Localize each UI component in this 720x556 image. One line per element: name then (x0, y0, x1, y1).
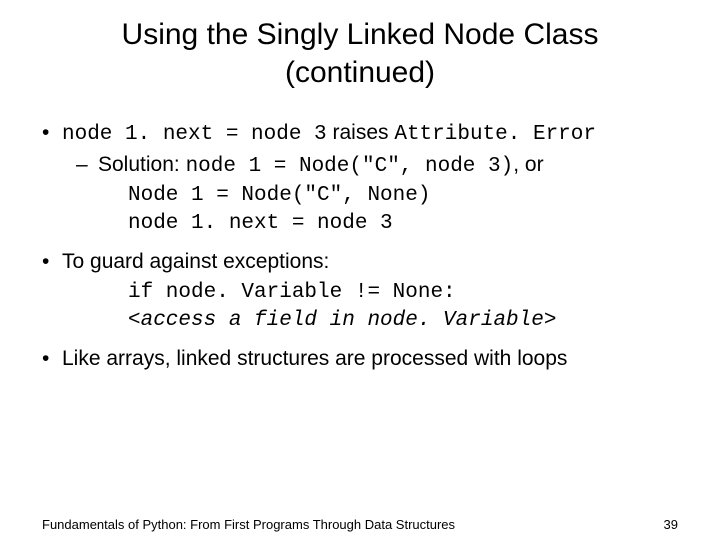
bullet-dot-icon: • (42, 345, 62, 373)
bullet-3-text: Like arrays, linked structures are proce… (62, 345, 678, 373)
page-number: 39 (664, 517, 678, 532)
sub-bullet-solution: – Solution: node 1 = Node("C", node 3), … (76, 151, 678, 181)
word-raises: raises (327, 121, 395, 144)
bullet-1-text: node 1. next = node 3 raises Attribute. … (62, 119, 678, 149)
title-line-1: Using the Singly Linked Node Class (122, 18, 599, 51)
code-node1-ctor-node3: node 1 = Node("C", node 3) (186, 155, 514, 178)
label-solution: Solution: (98, 153, 186, 176)
footer-text: Fundamentals of Python: From First Progr… (42, 517, 455, 532)
code-attribute-error: Attribute. Error (394, 123, 596, 146)
bullet-3: • Like arrays, linked structures are pro… (42, 345, 678, 373)
bullet-2: • To guard against exceptions: (42, 248, 678, 276)
code-guard-if: if node. Variable != None: (128, 279, 678, 307)
slide-body: • node 1. next = node 3 raises Attribute… (0, 119, 720, 374)
bullet-1: • node 1. next = node 3 raises Attribute… (42, 119, 678, 149)
bullet-dot-icon: • (42, 248, 62, 276)
bullet-2-text: To guard against exceptions: (62, 248, 678, 276)
code-guard-access: <access a field in node. Variable> (128, 307, 678, 335)
slide: Using the Singly Linked Node Class (cont… (0, 16, 720, 556)
bullet-dot-icon: • (42, 119, 62, 149)
slide-title: Using the Singly Linked Node Class (cont… (0, 16, 720, 91)
word-or: , or (513, 153, 543, 176)
sub-bullet-text: Solution: node 1 = Node("C", node 3), or (98, 151, 678, 181)
code-node1-ctor-none: Node 1 = Node("C", None) (128, 182, 678, 210)
code-node1-next-eq-node3: node 1. next = node 3 (62, 123, 327, 146)
code-node1-next-assign: node 1. next = node 3 (128, 210, 678, 238)
title-line-2: (continued) (285, 56, 435, 89)
dash-icon: – (76, 151, 98, 181)
